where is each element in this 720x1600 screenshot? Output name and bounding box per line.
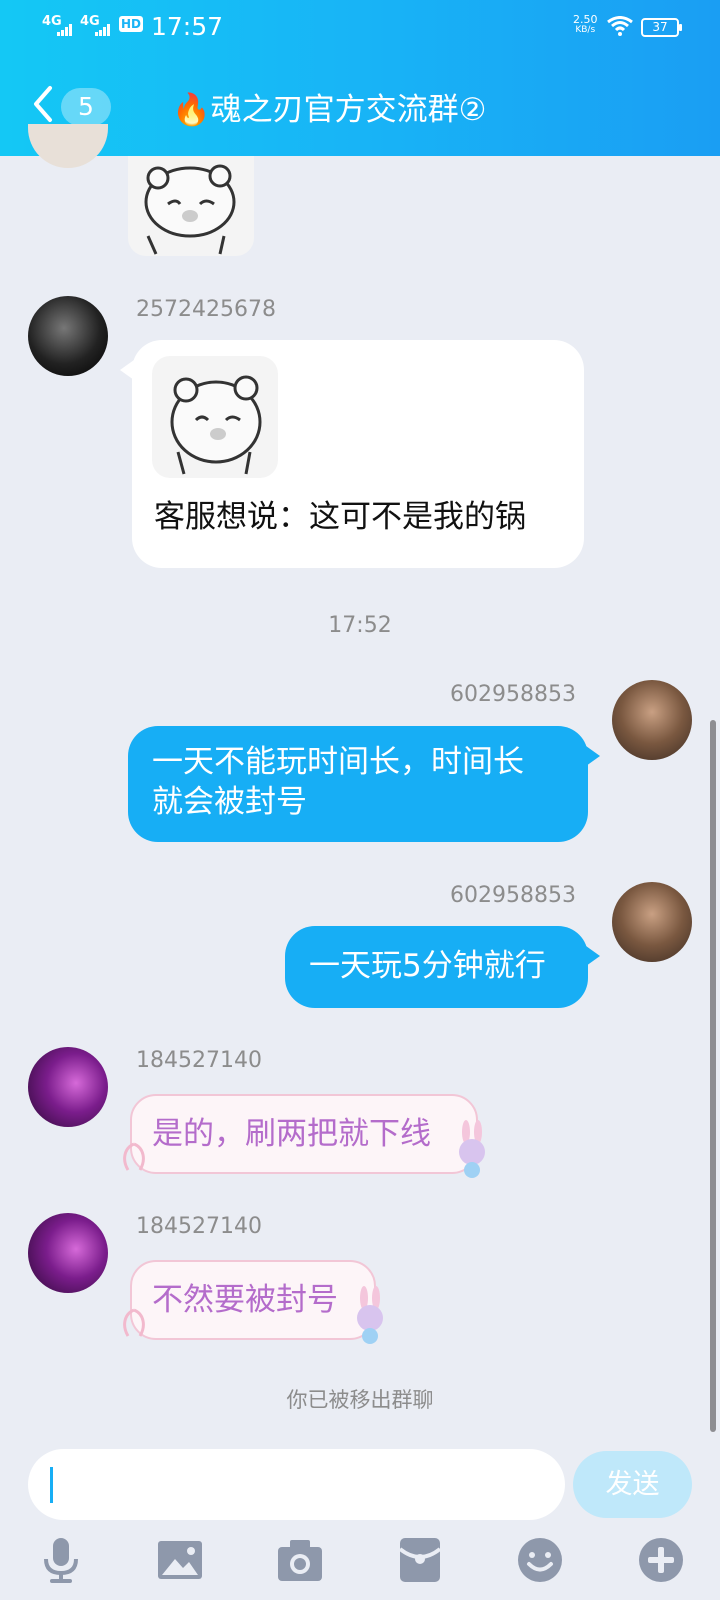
message-text: 客服想说：这可不是我的锅: [154, 499, 526, 535]
bubble-tail: [586, 746, 600, 766]
plus-icon[interactable]: [636, 1535, 686, 1585]
message-bubble[interactable]: 一天玩5分钟就行: [285, 926, 588, 1008]
microphone-icon[interactable]: [36, 1535, 86, 1585]
sender-name: 602958853: [450, 883, 576, 908]
sender-name: 184527140: [136, 1214, 262, 1239]
message-bubble[interactable]: 是的，刷两把就下线: [130, 1094, 478, 1174]
bunny-decoration-icon: [459, 1120, 485, 1178]
message-text: 是的，刷两把就下线: [152, 1116, 431, 1152]
sender-name: 602958853: [450, 682, 576, 707]
message-input[interactable]: [28, 1449, 565, 1520]
sender-name: 2572425678: [136, 297, 276, 322]
send-button[interactable]: 发送: [573, 1451, 692, 1518]
camera-icon[interactable]: [275, 1535, 325, 1585]
message-bubble[interactable]: 不然要被封号: [130, 1260, 376, 1340]
bubble-tail: [586, 946, 600, 966]
avatar[interactable]: [612, 680, 692, 760]
message-text-line: 就会被封号: [152, 784, 307, 820]
text-caret: [50, 1467, 53, 1503]
net-speed-unit: KB/s: [575, 25, 596, 35]
avatar[interactable]: [28, 296, 108, 376]
net-speed-value: 2.50: [573, 13, 598, 26]
avatar[interactable]: [28, 1047, 108, 1127]
red-packet-icon[interactable]: [395, 1535, 445, 1585]
signal-bars-icon: [95, 24, 110, 36]
net-speed: 2.50 KB/s: [573, 14, 598, 36]
message-bubble[interactable]: 客服想说：这可不是我的锅: [132, 340, 584, 568]
message-bubble[interactable]: 一天不能玩时间长，时间长 就会被封号: [128, 726, 588, 842]
bunny-decoration-icon: [357, 1286, 383, 1344]
bow-decoration-icon: [123, 1142, 145, 1171]
message-text: 不然要被封号: [152, 1282, 338, 1318]
back-arrow-icon[interactable]: [28, 84, 60, 124]
unread-count-badge[interactable]: 5: [61, 88, 111, 126]
message-text-line: 一天不能玩时间长，时间长: [152, 744, 524, 780]
image-icon[interactable]: [155, 1535, 205, 1585]
battery-indicator: 37: [641, 18, 682, 37]
avatar[interactable]: [28, 124, 108, 168]
sender-name: 184527140: [136, 1048, 262, 1073]
hd-voice-badge: HD: [119, 16, 144, 32]
signal-bars-icon: [57, 24, 72, 36]
avatar[interactable]: [612, 882, 692, 962]
bear-sticker[interactable]: [152, 356, 278, 478]
bear-sticker[interactable]: [128, 156, 254, 256]
message-timestamp: 17:52: [328, 613, 392, 638]
chat-header: 4G 4G HD 17:57 2.50 KB/s 37 5 🔥魂之刃官方交流群②: [0, 0, 720, 156]
avatar[interactable]: [28, 1213, 108, 1293]
bear-sticker-icon: [144, 164, 236, 255]
bow-decoration-icon: [123, 1308, 145, 1337]
system-notice: 你已被移出群聊: [286, 1388, 434, 1412]
status-bar: 4G 4G HD 17:57 2.50 KB/s 37: [0, 0, 720, 56]
chat-scrollbar[interactable]: [710, 720, 716, 1432]
status-time: 17:57: [151, 12, 224, 41]
group-title[interactable]: 🔥魂之刃官方交流群②: [172, 84, 486, 129]
bear-sticker-icon: [170, 375, 262, 475]
wifi-icon: [607, 16, 633, 36]
emoji-icon[interactable]: [515, 1535, 565, 1585]
message-text: 一天玩5分钟就行: [309, 948, 546, 984]
